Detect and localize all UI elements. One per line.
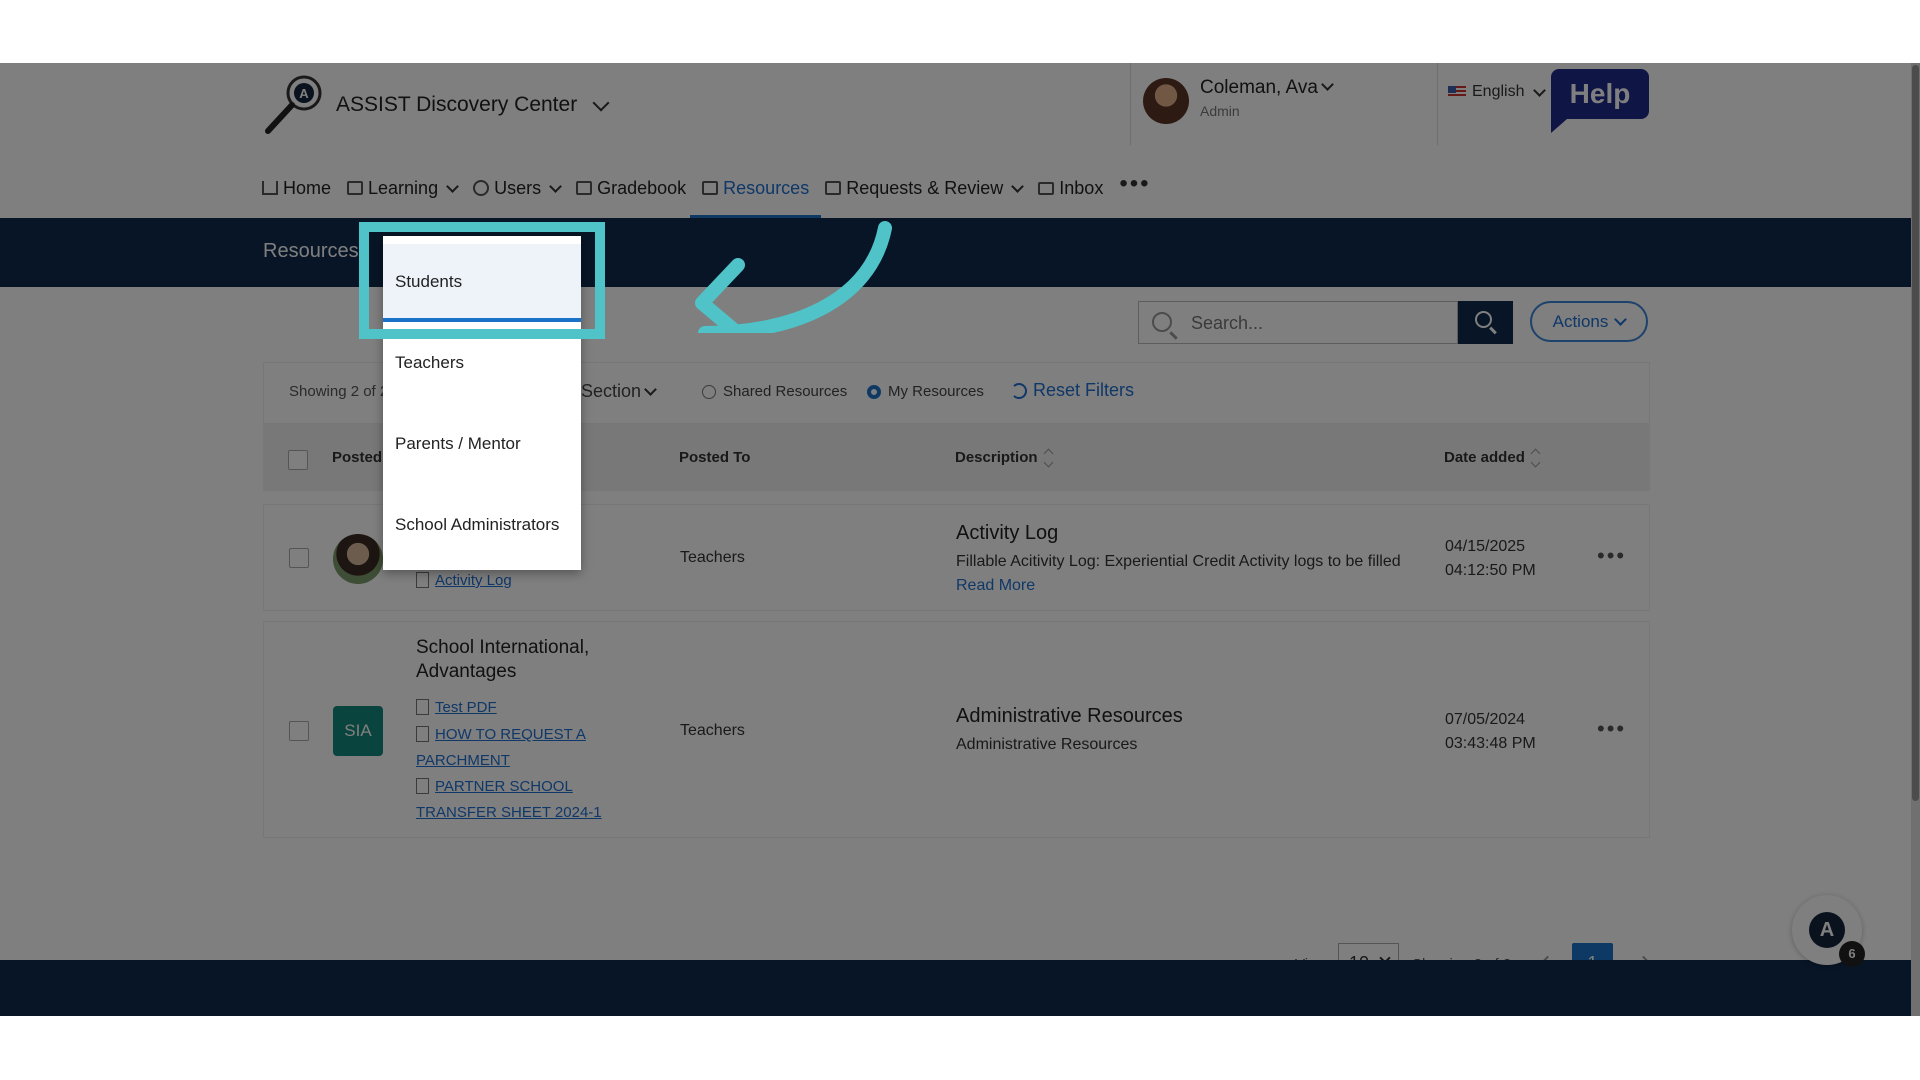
row-more-icon[interactable]: ••• <box>1597 543 1626 569</box>
posted-to-cell: Teachers <box>680 722 745 739</box>
dropdown-option-parents-mentor[interactable]: Parents / Mentor <box>395 434 521 454</box>
read-more-link[interactable]: Read More <box>956 577 1035 595</box>
mail-icon <box>1038 181 1055 195</box>
nav-inbox[interactable]: Inbox <box>1038 168 1103 208</box>
header-posted-by[interactable]: Posted <box>332 449 382 466</box>
table-row: SIA School International, Advantages Tes… <box>263 621 1650 838</box>
page-scrollbar[interactable] <box>1911 63 1920 1016</box>
search-button[interactable] <box>1458 301 1513 344</box>
home-icon <box>262 181 278 195</box>
search-field <box>1138 301 1458 345</box>
nav-home[interactable]: Home <box>262 168 331 208</box>
top-bar: A ASSIST Discovery Center Coleman, Ava A… <box>0 63 1920 219</box>
header-date-added[interactable]: Date added <box>1444 449 1541 466</box>
user-avatar <box>1143 78 1189 124</box>
help-button[interactable]: Help <box>1551 69 1649 133</box>
row-more-icon[interactable]: ••• <box>1597 716 1626 742</box>
file-link[interactable]: Activity Log <box>416 568 656 594</box>
search-icon <box>1475 311 1492 328</box>
chevron-down-icon <box>1533 83 1547 97</box>
document-icon <box>416 778 429 794</box>
file-link[interactable]: Test PDF <box>416 695 656 721</box>
learning-icon <box>347 181 364 195</box>
chevron-down-icon <box>1011 179 1025 193</box>
poster-name: School International, Advantages <box>416 637 590 682</box>
page-header-band: Resources <box>0 218 1920 287</box>
svg-text:A: A <box>299 86 309 101</box>
nav-learning[interactable]: Learning <box>347 168 459 208</box>
header-description[interactable]: Description <box>955 449 1054 466</box>
app-frame: A ASSIST Discovery Center Coleman, Ava A… <box>0 63 1920 1016</box>
chevron-down-icon <box>1321 78 1334 91</box>
file-link[interactable]: HOW TO REQUEST A PARCHMENT <box>416 722 656 774</box>
chevron-down-icon <box>592 94 610 111</box>
file-link[interactable]: PARTNER SCHOOL TRANSFER SHEET 2024-1 <box>416 774 656 826</box>
user-icon <box>473 180 490 196</box>
dropdown-option-school-administrators[interactable]: School Administrators <box>395 515 559 535</box>
user-name: Coleman, Ava <box>1200 77 1334 99</box>
chevron-down-icon <box>1614 313 1628 326</box>
gradebook-icon <box>576 181 593 195</box>
description-text: Administrative Resources <box>956 736 1138 753</box>
sort-icon <box>1044 450 1054 466</box>
refresh-icon <box>1011 382 1027 399</box>
posted-to-cell: Teachers <box>680 549 745 566</box>
more-dots-icon[interactable]: ••• <box>1119 164 1150 204</box>
poster-initials-avatar: SIA <box>333 706 383 756</box>
dropdown-option-teachers[interactable]: Teachers <box>395 353 464 373</box>
us-flag-icon <box>1448 86 1466 98</box>
search-input[interactable] <box>1189 302 1453 345</box>
user-role: Admin <box>1200 103 1240 119</box>
date-cell: 07/05/2024 03:43:48 PM <box>1445 711 1536 752</box>
language-label: English <box>1472 83 1525 100</box>
chevron-down-icon <box>446 179 459 193</box>
my-resources-radio[interactable]: My Resources <box>867 383 984 400</box>
page-title: Resources <box>263 240 359 262</box>
radio-on-icon <box>867 384 881 399</box>
sort-icon <box>1531 450 1541 466</box>
description-text: Fillable Acitivity Log: Experiential Cre… <box>956 553 1401 570</box>
chat-launcher[interactable]: 6 <box>1792 895 1865 967</box>
language-selector[interactable]: English <box>1448 83 1547 101</box>
document-icon <box>416 726 429 742</box>
select-all-checkbox[interactable] <box>288 450 308 470</box>
date-cell: 04/15/2025 04:12:50 PM <box>1445 538 1536 579</box>
user-menu[interactable]: Coleman, Ava Admin <box>1130 63 1438 145</box>
document-icon <box>416 699 429 715</box>
nav-users[interactable]: Users <box>473 168 562 208</box>
brand-switcher[interactable]: A ASSIST Discovery Center <box>262 73 610 137</box>
description-title: Administrative Resources <box>956 705 1183 727</box>
reset-filters-link[interactable]: Reset Filters <box>1011 380 1134 401</box>
discovery-logo-icon: A <box>265 75 322 134</box>
showing-count: Showing 2 of 2 <box>289 383 389 400</box>
header-posted-to[interactable]: Posted To <box>679 449 750 466</box>
search-icon <box>1152 312 1172 332</box>
shared-resources-radio[interactable]: Shared Resources <box>702 383 847 400</box>
description-title: Activity Log <box>956 522 1059 544</box>
poster-avatar <box>333 534 383 584</box>
footer-band <box>0 960 1920 1016</box>
chevron-down-icon <box>644 383 657 396</box>
radio-off-icon <box>702 384 716 399</box>
assist-logo-icon <box>1809 912 1845 948</box>
document-icon <box>416 572 429 588</box>
chevron-down-icon <box>549 179 562 193</box>
chat-badge: 6 <box>1839 941 1865 967</box>
tutorial-arrow-icon <box>695 221 892 333</box>
scrollbar-thumb[interactable] <box>1912 65 1919 801</box>
row-checkbox[interactable] <box>289 548 309 568</box>
tutorial-highlight-box <box>359 222 605 339</box>
row-checkbox[interactable] <box>289 721 309 741</box>
actions-button[interactable]: Actions <box>1530 301 1648 342</box>
app-title: ASSIST Discovery Center <box>336 93 578 116</box>
section-filter[interactable]: Section <box>581 381 657 402</box>
